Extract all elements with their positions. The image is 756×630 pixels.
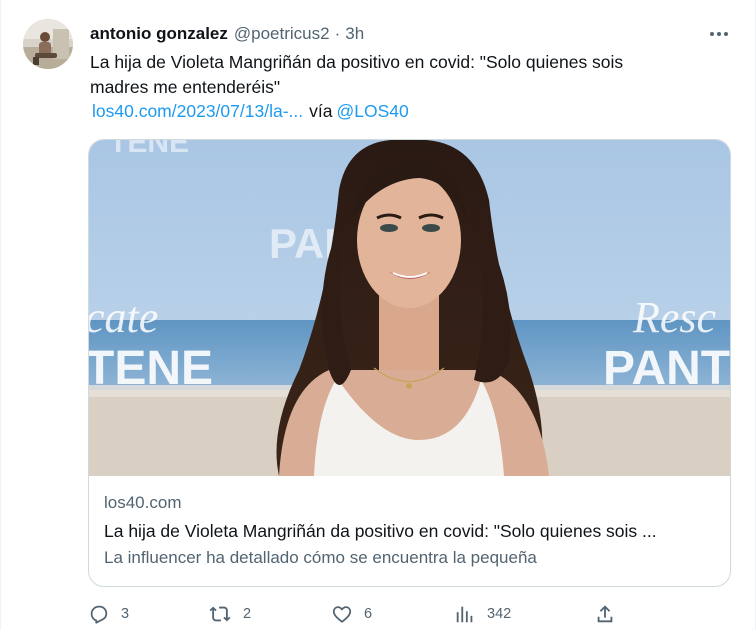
backdrop-text-right-2: PANT	[603, 342, 730, 395]
tweet[interactable]: antonio gonzalez @poetricus2 · 3h La hij…	[0, 0, 756, 630]
author-handle[interactable]: @poetricus2	[234, 24, 330, 44]
retweet-button[interactable]: 2	[208, 600, 251, 628]
like-count: 6	[364, 606, 373, 622]
backdrop-text-left-1: cate	[89, 293, 158, 342]
reply-button[interactable]: 3	[88, 600, 129, 628]
tweet-text-line-1: La hija de Violeta Mangriñán da positivo…	[90, 52, 624, 72]
backdrop-text-right-1: Resc	[632, 293, 717, 342]
more-options-button[interactable]	[704, 22, 734, 46]
article-link[interactable]: los40.com/2023/07/13/la-...	[92, 101, 303, 121]
more-icon	[710, 32, 728, 36]
backdrop-text-left-2: TENE	[89, 342, 213, 395]
views-count: 342	[487, 606, 512, 622]
tweet-link-line: los40.com/2023/07/13/la-... vía @LOS40	[92, 99, 409, 124]
card-title: La hija de Violeta Mangriñán da positivo…	[104, 521, 657, 541]
avatar[interactable]	[23, 19, 73, 69]
views-button[interactable]: 342	[454, 600, 511, 628]
card-image[interactable]: TENE PANTE cate TENE Resc PANT	[89, 140, 730, 476]
like-button[interactable]: 6	[331, 600, 372, 628]
tweet-header: antonio gonzalez @poetricus2 · 3h	[90, 22, 364, 46]
share-icon	[597, 605, 613, 623]
card-domain: los40.com	[104, 493, 182, 512]
tweet-text-line-2: madres me entenderéis"	[90, 77, 281, 97]
action-bar: 3 2 6 342	[88, 600, 628, 630]
card-description: La influencer ha detallado cómo se encue…	[104, 548, 537, 567]
backdrop-text-top: TENE	[109, 140, 189, 159]
card-photo: TENE PANTE cate TENE Resc PANT	[89, 140, 730, 476]
reply-icon	[90, 605, 108, 624]
retweet-icon	[209, 606, 231, 622]
link-card[interactable]: TENE PANTE cate TENE Resc PANT	[88, 139, 731, 587]
author-name[interactable]: antonio gonzalez	[90, 24, 228, 44]
retweet-count: 2	[243, 606, 252, 622]
mention-link[interactable]: @LOS40	[336, 101, 408, 121]
reply-count: 3	[121, 606, 130, 622]
timestamp[interactable]: 3h	[345, 24, 364, 44]
tweet-text: La hija de Violeta Mangriñán da positivo…	[90, 50, 710, 100]
avatar-image	[23, 19, 73, 69]
share-button[interactable]	[594, 600, 616, 628]
separator-dot: ·	[334, 24, 341, 43]
heart-icon	[332, 606, 352, 623]
views-icon	[456, 606, 473, 623]
via-text: vía	[309, 101, 333, 121]
